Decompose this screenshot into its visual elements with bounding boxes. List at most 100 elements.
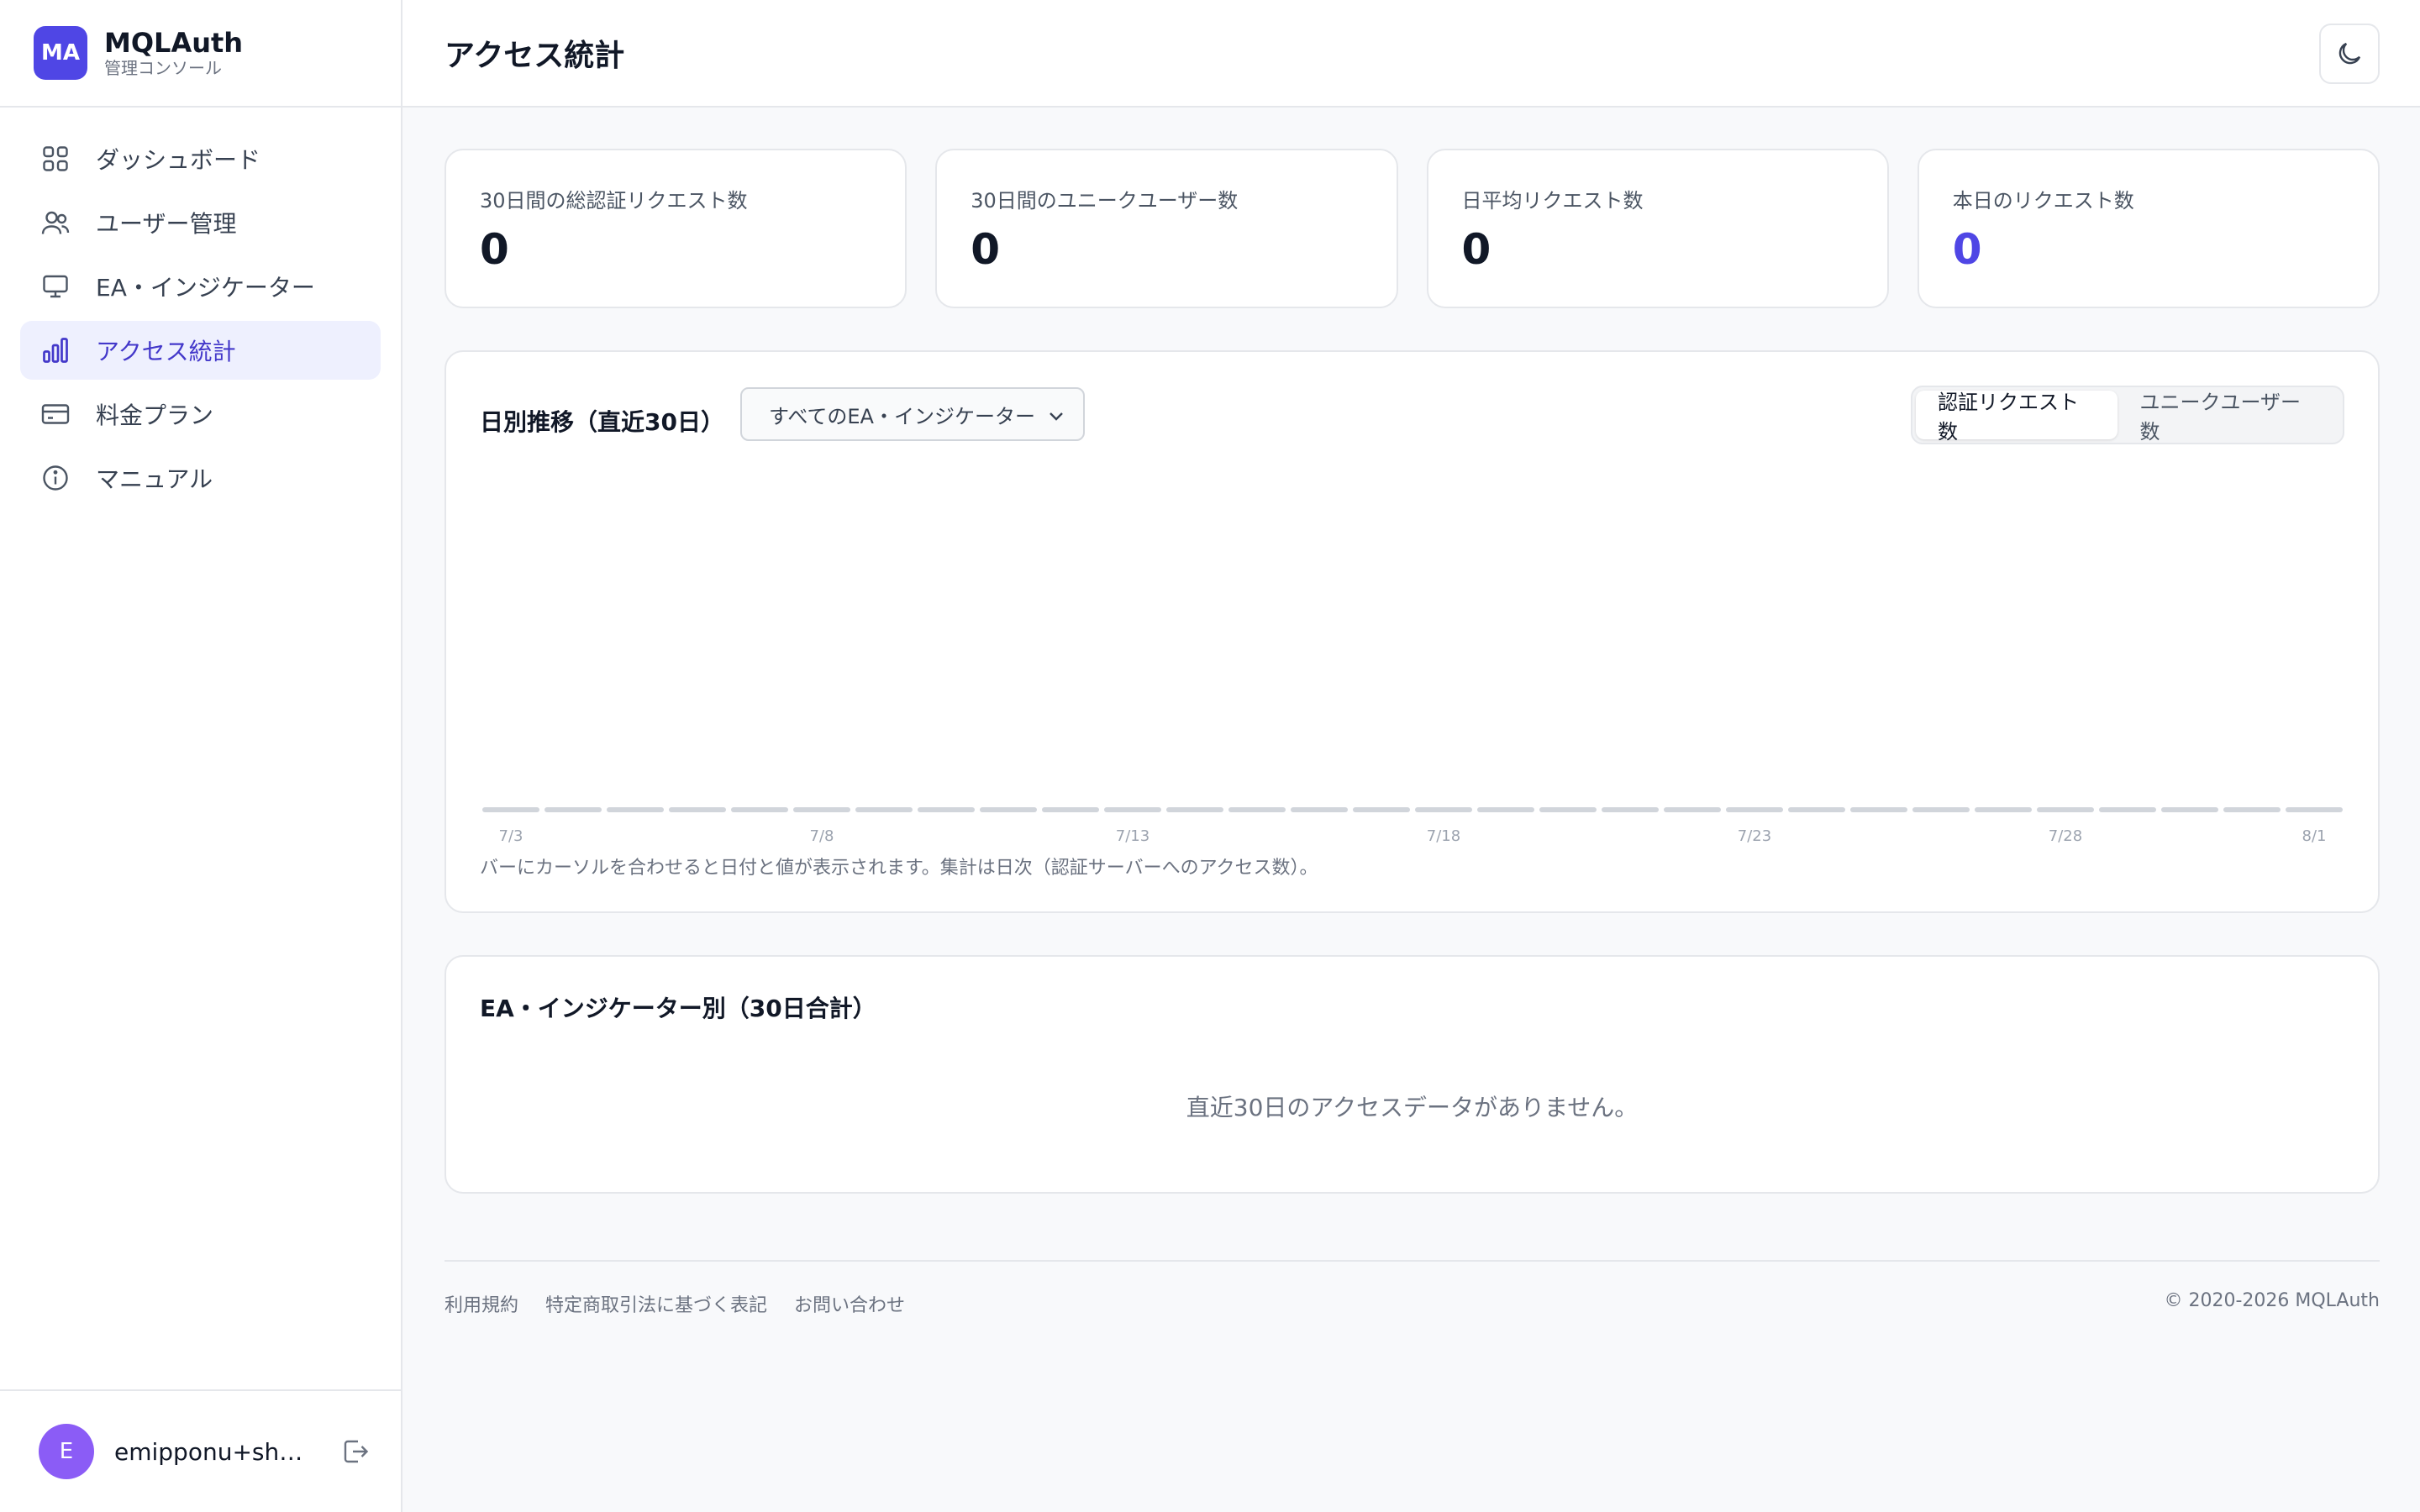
chart-bar[interactable] — [1726, 807, 1783, 812]
metric-toggle: 認証リクエスト数 ユニークユーザー数 — [1911, 386, 2344, 444]
footer-link-commerce-law[interactable]: 特定商取引法に基づく表記 — [545, 1290, 767, 1317]
x-tick-label: 7/13 — [1116, 827, 1150, 845]
chart-bar[interactable] — [918, 807, 975, 812]
sidebar-item-label: アクセス統計 — [96, 338, 236, 365]
stat-value: 0 — [480, 225, 509, 274]
chart-bar[interactable] — [1166, 807, 1223, 812]
stat-label: 本日のリクエスト数 — [1952, 189, 2134, 213]
sidebar-item-manual[interactable]: マニュアル — [20, 449, 381, 507]
brand-subtitle: 管理コンソール — [104, 58, 222, 78]
main-content: 30日間の総認証リクエスト数 0 30日間のユニークユーザー数 0 日平均リクエ… — [445, 149, 2380, 1194]
x-tick-label: 7/8 — [810, 827, 834, 845]
stat-value: 0 — [1952, 225, 1982, 274]
chart-bar[interactable] — [980, 807, 1037, 812]
chart-bar[interactable] — [1415, 807, 1472, 812]
sidebar-item-ea[interactable]: EA・インジケーター — [20, 257, 381, 316]
theme-toggle-button[interactable] — [2319, 24, 2380, 84]
stat-card-today-requests: 本日のリクエスト数 0 — [1917, 149, 2380, 308]
stat-label: 30日間のユニークユーザー数 — [971, 189, 1239, 213]
grid-icon — [40, 144, 71, 174]
daily-bar-chart: 7/3 7/8 7/13 7/18 7/23 7/28 8/1 — [482, 807, 2343, 845]
sidebar-item-access-stats[interactable]: アクセス統計 — [20, 321, 381, 380]
chart-bar[interactable] — [1228, 807, 1286, 812]
stat-value: 0 — [971, 225, 1001, 274]
chart-bar[interactable] — [1353, 807, 1410, 812]
chart-bar[interactable] — [1602, 807, 1659, 812]
sidebar: MA MQLAuth 管理コンソール ダッシュボード ユーザー管理 EA・インジ… — [0, 0, 402, 1512]
stat-value: 0 — [1461, 225, 1491, 274]
chart-bar[interactable] — [544, 807, 602, 812]
chart-bar[interactable] — [2037, 807, 2094, 812]
sidebar-nav: ダッシュボード ユーザー管理 EA・インジケーター アクセス統計 料金プラン マ… — [0, 108, 401, 534]
stat-card-daily-average: 日平均リクエスト数 0 — [1426, 149, 1889, 308]
page-footer: 利用規約 特定商取引法に基づく表記 お問い合わせ © 2020-2026 MQL… — [445, 1260, 2380, 1327]
footer-link-terms[interactable]: 利用規約 — [445, 1290, 518, 1317]
chart-bar[interactable] — [793, 807, 850, 812]
chart-note: バーにカーソルを合わせると日付と値が表示されます。集計は日次（認証サーバーへのア… — [480, 858, 1318, 879]
sidebar-item-label: ダッシュボード — [96, 146, 261, 174]
x-tick-label: 7/28 — [2049, 827, 2082, 845]
chevron-down-icon — [1050, 412, 1063, 421]
page-title: アクセス統計 — [445, 39, 625, 73]
sidebar-item-label: マニュアル — [96, 465, 213, 493]
page-header: アクセス統計 — [402, 0, 2420, 108]
toggle-auth-requests[interactable]: 認証リクエスト数 — [1916, 391, 2118, 444]
monitor-icon — [40, 271, 71, 302]
chart-bar[interactable] — [1539, 807, 1597, 812]
brand[interactable]: MA MQLAuth 管理コンソール — [0, 0, 401, 108]
chart-bar[interactable] — [607, 807, 664, 812]
ea-breakdown-title: EA・インジケーター別（30日合計） — [480, 995, 876, 1022]
ea-breakdown-card: EA・インジケーター別（30日合計） 直近30日のアクセスデータがありません。 — [445, 955, 2380, 1194]
footer-link-contact[interactable]: お問い合わせ — [794, 1290, 905, 1317]
chart-bar[interactable] — [2099, 807, 2156, 812]
sidebar-item-label: EA・インジケーター — [96, 274, 315, 302]
chart-bar[interactable] — [669, 807, 726, 812]
chart-bar[interactable] — [1104, 807, 1161, 812]
chart-bar[interactable] — [1788, 807, 1845, 812]
x-tick-label: 8/1 — [2302, 827, 2327, 845]
stat-card-total-requests: 30日間の総認証リクエスト数 0 — [445, 149, 908, 308]
chart-bar[interactable] — [2161, 807, 2218, 812]
ea-filter-select[interactable]: すべてのEA・インジケーター — [740, 387, 1085, 441]
chart-bar[interactable] — [1042, 807, 1099, 812]
ea-filter-value: すべてのEA・インジケーター — [769, 404, 1035, 428]
chart-bar[interactable] — [855, 807, 913, 812]
brand-logo: MA — [34, 26, 87, 80]
sidebar-item-dashboard[interactable]: ダッシュボード — [20, 129, 381, 188]
copyright: © 2020-2026 MQLAuth — [2164, 1290, 2380, 1311]
avatar[interactable]: E — [39, 1424, 94, 1479]
x-tick-label: 7/3 — [499, 827, 523, 845]
chart-bar[interactable] — [1664, 807, 1721, 812]
chart-bar[interactable] — [2286, 807, 2343, 812]
stats-row: 30日間の総認証リクエスト数 0 30日間のユニークユーザー数 0 日平均リクエ… — [445, 149, 2380, 308]
brand-name: MQLAuth — [104, 27, 244, 59]
chart-bar[interactable] — [1291, 807, 1348, 812]
chart-bar[interactable] — [2223, 807, 2281, 812]
chart-bar[interactable] — [1975, 807, 2032, 812]
bar-chart-icon — [40, 335, 71, 365]
moon-icon — [2338, 42, 2361, 65]
sidebar-item-pricing[interactable]: 料金プラン — [20, 385, 381, 444]
empty-state-message: 直近30日のアクセスデータがありません。 — [1186, 1094, 1639, 1121]
sidebar-item-users[interactable]: ユーザー管理 — [20, 193, 381, 252]
sidebar-item-label: 料金プラン — [96, 402, 214, 429]
stat-card-unique-users: 30日間のユニークユーザー数 0 — [935, 149, 1398, 308]
sidebar-item-label: ユーザー管理 — [96, 210, 237, 238]
x-tick-label: 7/23 — [1738, 827, 1771, 845]
chart-bar[interactable] — [1850, 807, 1907, 812]
user-panel: E emipponu+sh… — [0, 1389, 401, 1512]
user-email: emipponu+sh… — [114, 1437, 303, 1466]
toggle-unique-users[interactable]: ユニークユーザー数 — [2118, 391, 2339, 444]
credit-card-icon — [40, 399, 71, 429]
chart-title: 日別推移（直近30日） — [480, 408, 724, 436]
chart-bar[interactable] — [1477, 807, 1534, 812]
users-icon — [40, 207, 71, 238]
chart-bar[interactable] — [731, 807, 788, 812]
daily-chart-card: 日別推移（直近30日） すべてのEA・インジケーター 認証リクエスト数 ユニーク… — [445, 350, 2380, 913]
chart-bar[interactable] — [1912, 807, 1970, 812]
info-icon — [40, 463, 71, 493]
x-tick-label: 7/18 — [1427, 827, 1460, 845]
logout-icon[interactable] — [340, 1436, 371, 1467]
stat-label: 日平均リクエスト数 — [1461, 189, 1644, 213]
chart-bar[interactable] — [482, 807, 539, 812]
